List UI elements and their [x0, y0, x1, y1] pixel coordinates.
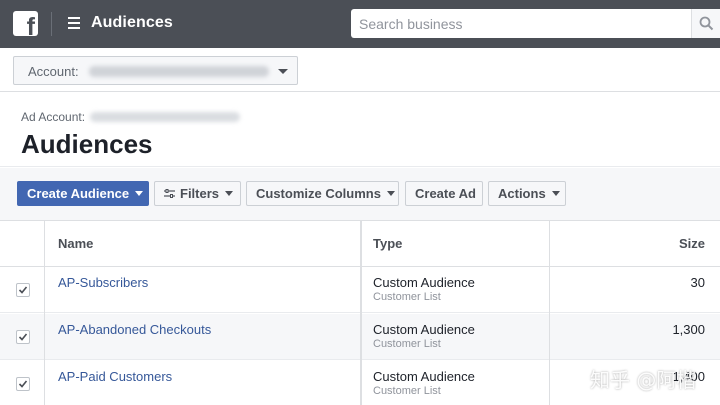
- account-name-redacted: [89, 66, 269, 77]
- audience-subtype: Customer List: [373, 338, 441, 350]
- audience-size: 1,300: [672, 322, 705, 337]
- account-strip: Account:: [0, 48, 720, 92]
- column-header-name[interactable]: Name: [58, 236, 93, 251]
- type-column-divider[interactable]: [360, 221, 362, 405]
- filter-sliders-icon: [164, 189, 175, 199]
- filters-label: Filters: [180, 186, 220, 201]
- create-audience-label: Create Audience: [27, 186, 130, 201]
- search-input[interactable]: [351, 9, 691, 38]
- create-ad-button[interactable]: Create Ad: [405, 181, 483, 206]
- watermark: 知乎 @阿楷: [590, 368, 697, 392]
- customize-columns-button[interactable]: Customize Columns: [246, 181, 399, 206]
- create-audience-button[interactable]: Create Audience: [17, 181, 149, 206]
- app-title[interactable]: Audiences: [91, 14, 173, 32]
- column-header-type[interactable]: Type: [373, 236, 402, 251]
- audience-subtype: Customer List: [373, 385, 441, 397]
- size-column-divider: [549, 221, 550, 405]
- audience-type: Custom Audience: [373, 369, 475, 384]
- chevron-down-icon: [551, 191, 560, 197]
- chevron-down-icon: [135, 191, 144, 197]
- chevron-down-icon: [278, 69, 288, 74]
- search-icon: [699, 16, 714, 31]
- chevron-down-icon: [386, 191, 395, 197]
- search-box: [351, 9, 720, 38]
- chevron-down-icon: [225, 191, 234, 197]
- column-header-size[interactable]: Size: [679, 236, 705, 251]
- audience-name-link[interactable]: AP-Paid Customers: [58, 369, 172, 384]
- top-navigation-bar: f Audiences: [0, 0, 720, 48]
- create-ad-label: Create Ad: [415, 186, 476, 201]
- audience-name-link[interactable]: AP-Abandoned Checkouts: [58, 322, 211, 337]
- audience-name-link[interactable]: AP-Subscribers: [58, 275, 148, 290]
- search-button[interactable]: [691, 9, 720, 38]
- facebook-logo-letter: f: [26, 13, 35, 37]
- checkbox-column-divider: [0, 221, 45, 405]
- ad-account-label: Ad Account:: [21, 110, 86, 124]
- actions-button[interactable]: Actions: [488, 181, 566, 206]
- customize-columns-label: Customize Columns: [256, 186, 381, 201]
- account-label: Account:: [28, 64, 79, 79]
- topbar-divider: [51, 12, 52, 36]
- actions-label: Actions: [498, 186, 546, 201]
- page-title: Audiences: [21, 129, 153, 159]
- page-header: Ad Account: Audiences: [0, 93, 720, 167]
- audience-size: 30: [690, 275, 705, 290]
- facebook-logo-icon[interactable]: f: [13, 11, 38, 36]
- hamburger-menu-icon[interactable]: [68, 17, 80, 29]
- account-selector[interactable]: Account:: [13, 56, 298, 85]
- toolbar: Create Audience Filters Customize Column…: [0, 168, 720, 220]
- audience-type: Custom Audience: [373, 322, 475, 337]
- ad-account-id-redacted: [90, 112, 240, 122]
- audience-subtype: Customer List: [373, 291, 441, 303]
- audience-type: Custom Audience: [373, 275, 475, 290]
- filters-button[interactable]: Filters: [154, 181, 241, 206]
